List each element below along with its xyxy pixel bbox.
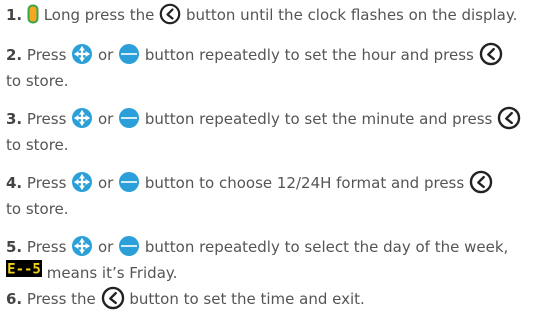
step-text: or: [97, 46, 114, 64]
step-number: 5.: [6, 238, 23, 256]
step-text: button to set the time and exit.: [129, 290, 365, 308]
instruction-step-4: 4. Press or button to choose 12/24H form…: [6, 170, 551, 222]
minus-button-icon: [118, 107, 140, 129]
step-continuation: E--5 means it’s Friday.: [6, 259, 551, 287]
step-text: Long press the: [43, 6, 155, 24]
instruction-step-2: 2. Press or button repeatedly to set the…: [6, 42, 551, 94]
instruction-step-5: 5. Press or button repeatedly to select …: [6, 234, 551, 287]
step-text: Press: [26, 46, 67, 64]
step-text: Press: [26, 110, 67, 128]
step-number: 6.: [6, 290, 23, 308]
clock-button-icon: [101, 286, 125, 310]
minus-button-icon: [118, 235, 140, 257]
step-text: Press the: [26, 290, 96, 308]
step-text: button to choose 12/24H format and press: [144, 174, 465, 192]
step-text: to store.: [6, 200, 69, 218]
battery-icon: [27, 4, 39, 24]
step-number: 3.: [6, 110, 23, 128]
step-text: means it’s Friday.: [46, 264, 178, 282]
plus-button-icon: [71, 43, 93, 65]
step-text: or: [97, 110, 114, 128]
step-text: to store.: [6, 72, 69, 90]
lcd-display-icon: E--5: [6, 259, 42, 285]
minus-button-icon: [118, 43, 140, 65]
step-text: button repeatedly to set the hour and pr…: [144, 46, 474, 64]
clock-button-icon: [479, 42, 503, 66]
instruction-step-3: 3. Press or button repeatedly to set the…: [6, 106, 551, 158]
lcd-display-text: E--5: [7, 261, 41, 277]
instruction-step-6: 6. Press the button to set the time and …: [6, 286, 551, 312]
step-number: 4.: [6, 174, 23, 192]
step-text: button repeatedly to set the minute and …: [144, 110, 493, 128]
instruction-step-1: 1. Long press the button until the clock…: [6, 2, 551, 28]
step-text: button repeatedly to select the day of t…: [144, 238, 509, 256]
step-text: or: [97, 174, 114, 192]
plus-button-icon: [71, 171, 93, 193]
step-text: Press: [26, 238, 67, 256]
clock-button-icon: [469, 170, 493, 194]
plus-button-icon: [71, 107, 93, 129]
step-number: 1.: [6, 6, 23, 24]
step-text: or: [97, 238, 114, 256]
plus-button-icon: [71, 235, 93, 257]
step-text: to store.: [6, 136, 69, 154]
clock-button-icon: [159, 3, 181, 25]
step-text: button until the clock flashes on the di…: [185, 6, 518, 24]
step-text: Press: [26, 174, 67, 192]
minus-button-icon: [118, 171, 140, 193]
clock-button-icon: [497, 106, 521, 130]
step-number: 2.: [6, 46, 23, 64]
